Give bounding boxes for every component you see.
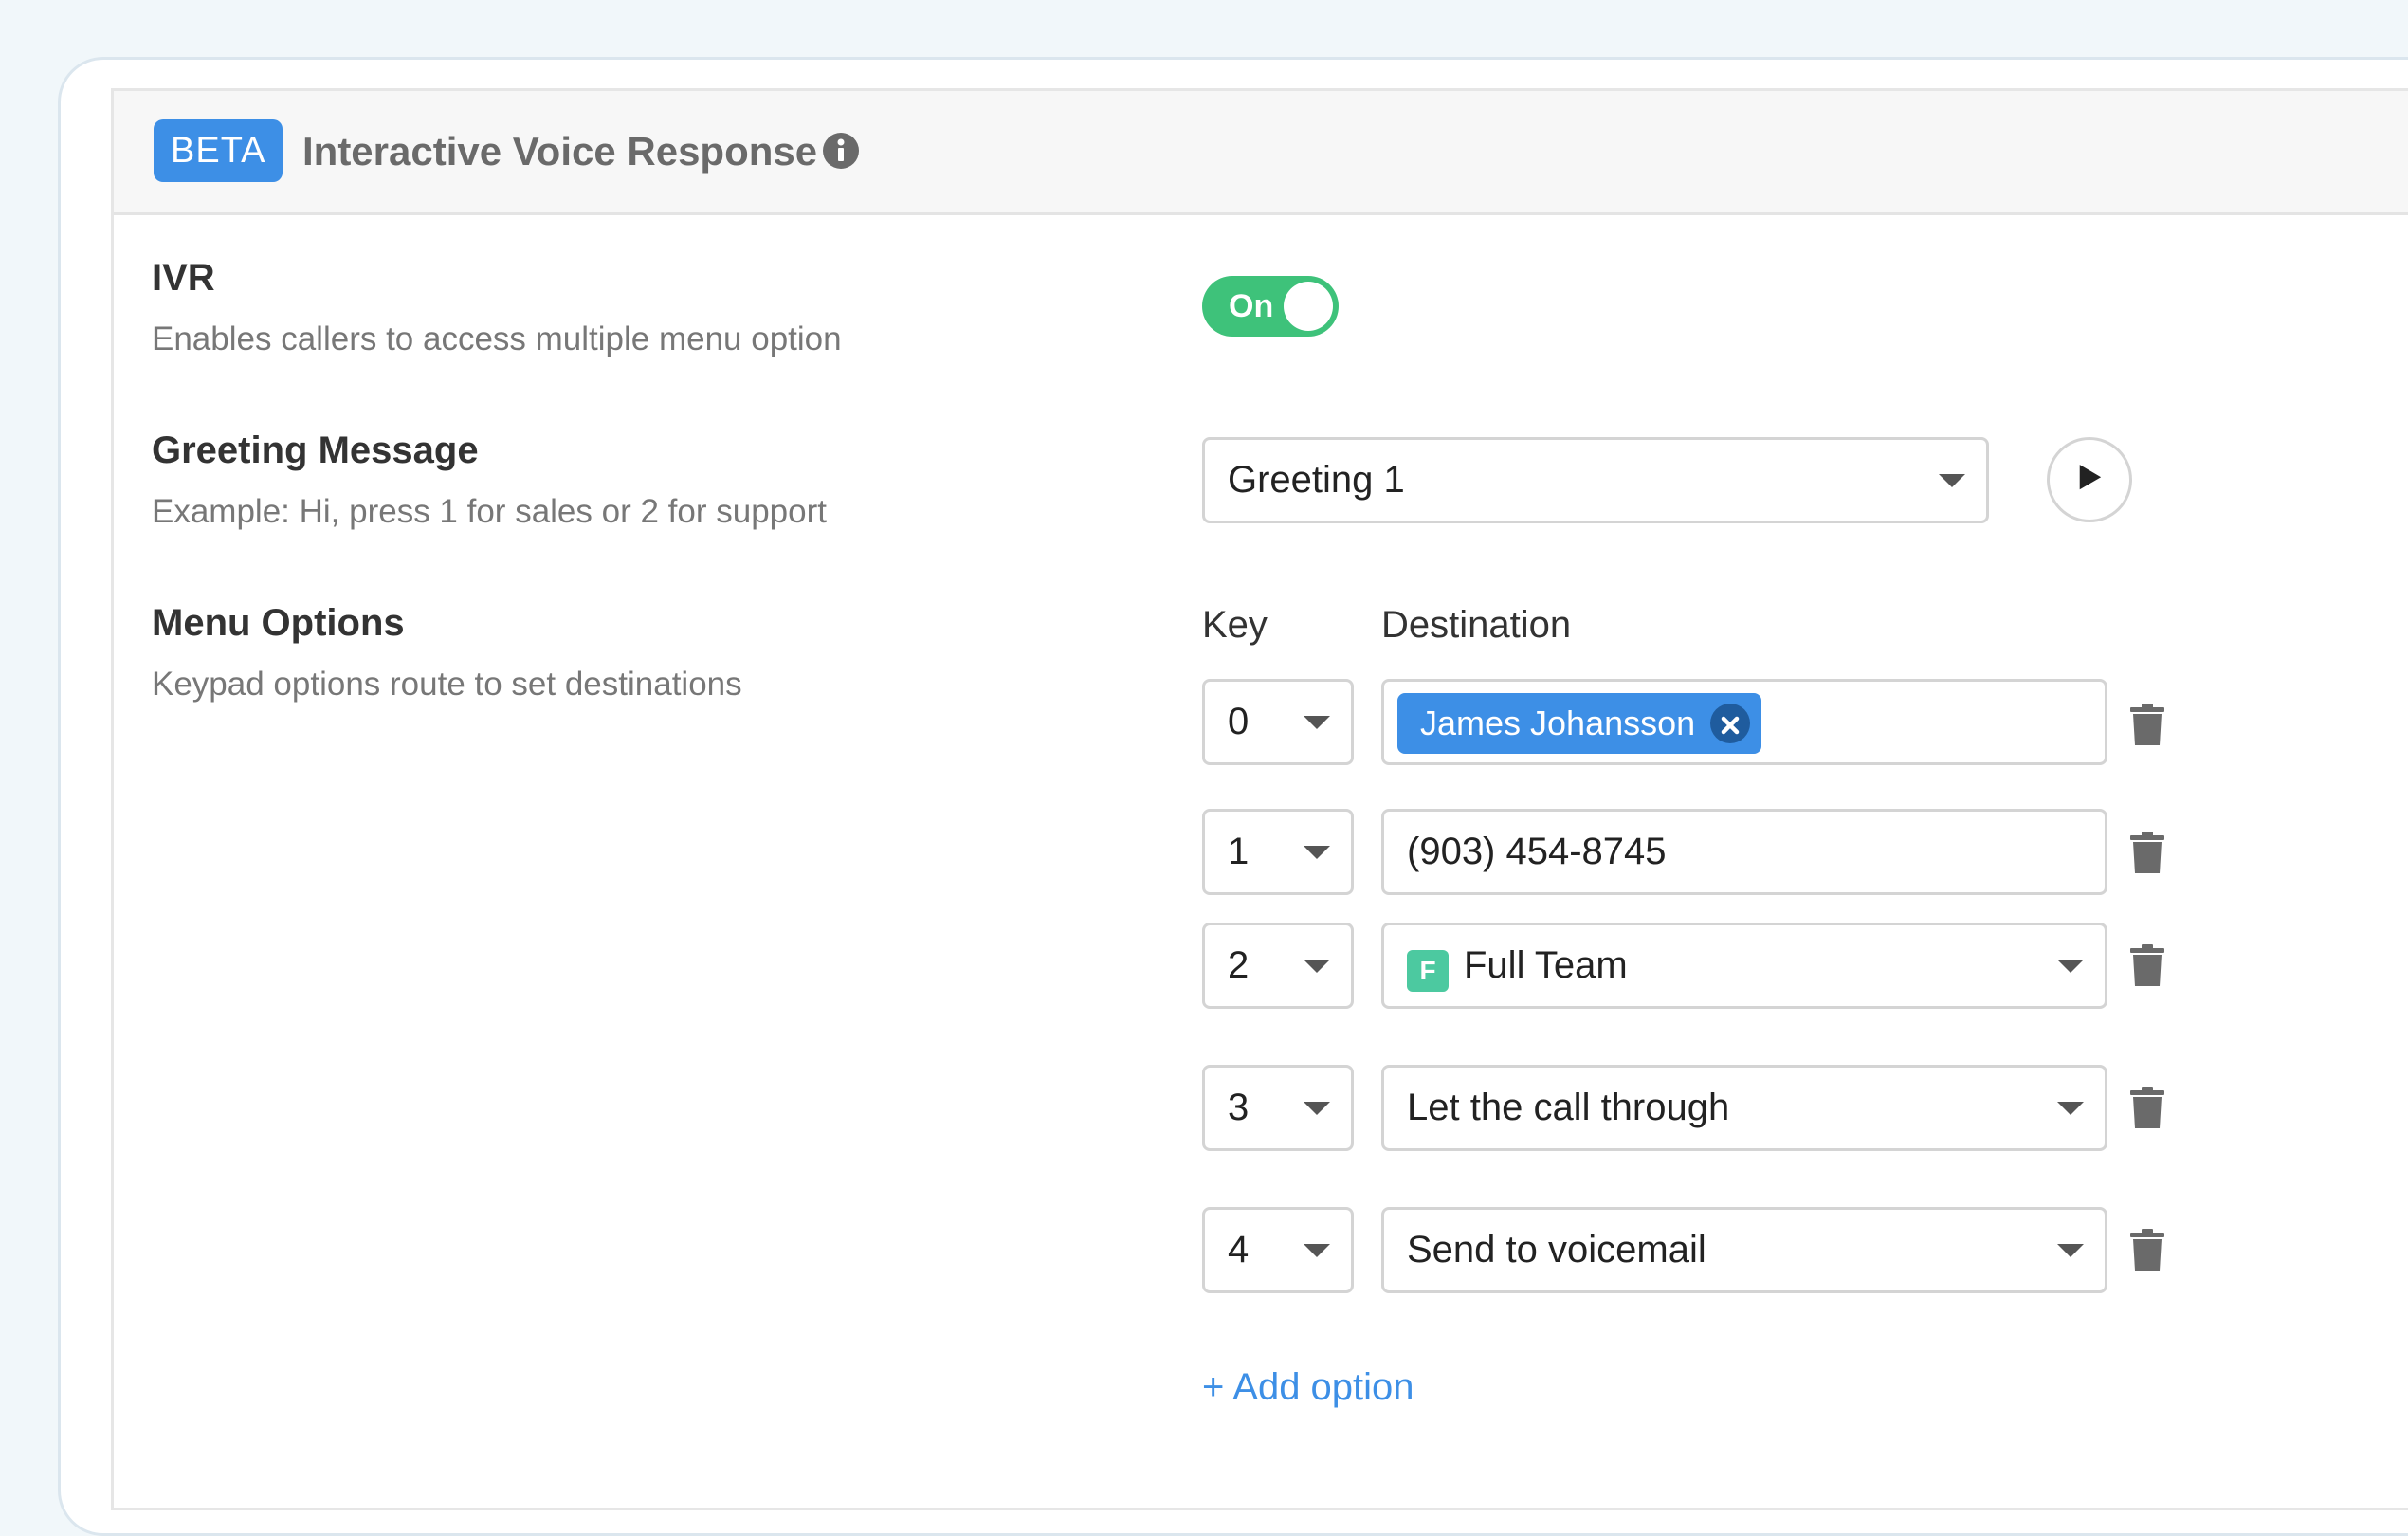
chip-label: James Johansson: [1420, 704, 1696, 742]
destination-column-label: Destination: [1381, 604, 1572, 646]
menu-description: Keypad options route to set destinations: [152, 666, 742, 703]
chevron-down-icon: [2057, 960, 2084, 973]
key-select[interactable]: 2: [1202, 923, 1354, 1009]
destination-select[interactable]: F Full Team: [1381, 923, 2107, 1009]
destination-value: Full Team: [1464, 944, 1628, 986]
key-value: 4: [1228, 1229, 1250, 1271]
chevron-down-icon: [1304, 846, 1330, 859]
trash-icon[interactable]: [2130, 1229, 2164, 1271]
destination-select[interactable]: Send to voicemail: [1381, 1207, 2107, 1293]
key-select[interactable]: 3: [1202, 1065, 1354, 1151]
key-value: 0: [1228, 701, 1250, 742]
info-icon[interactable]: [822, 132, 860, 170]
play-icon: [2079, 465, 2102, 490]
toggle-knob: [1284, 282, 1333, 331]
play-button[interactable]: [2047, 437, 2132, 522]
close-icon[interactable]: [1710, 704, 1751, 743]
key-value: 1: [1228, 831, 1250, 872]
menu-title: Menu Options: [152, 602, 405, 644]
trash-icon[interactable]: [2130, 944, 2164, 986]
trash-icon[interactable]: [2130, 832, 2164, 873]
phone-number-input[interactable]: (903) 454-8745: [1381, 809, 2107, 895]
destination-value: Let the call through: [1407, 1087, 1730, 1128]
greeting-description: Example: Hi, press 1 for sales or 2 for …: [152, 493, 827, 530]
chevron-down-icon: [1304, 716, 1330, 729]
key-select[interactable]: 0: [1202, 679, 1354, 765]
chevron-down-icon: [1304, 1244, 1330, 1257]
key-select[interactable]: 1: [1202, 809, 1354, 895]
ivr-title: IVR: [152, 257, 215, 299]
panel-title: Interactive Voice Response: [302, 129, 818, 174]
destination-field[interactable]: James Johansson: [1381, 679, 2107, 765]
toggle-label: On: [1229, 288, 1274, 324]
team-avatar: F: [1407, 950, 1449, 992]
destination-value: Send to voicemail: [1407, 1229, 1706, 1271]
chevron-down-icon: [2057, 1244, 2084, 1257]
key-value: 3: [1228, 1087, 1250, 1128]
trash-icon[interactable]: [2130, 704, 2164, 745]
chevron-down-icon: [1304, 1102, 1330, 1115]
beta-badge: BETA: [154, 119, 283, 182]
chevron-down-icon: [2057, 1102, 2084, 1115]
phone-number-value: (903) 454-8745: [1407, 831, 1667, 872]
key-value: 2: [1228, 944, 1250, 986]
panel-header: BETA Interactive Voice Response: [114, 91, 2408, 215]
greeting-select[interactable]: Greeting 1: [1202, 437, 1989, 523]
chevron-down-icon: [1304, 960, 1330, 973]
add-option-link[interactable]: + Add option: [1202, 1366, 1414, 1409]
greeting-title: Greeting Message: [152, 430, 479, 471]
key-column-label: Key: [1202, 604, 1268, 646]
chevron-down-icon: [1939, 474, 1965, 487]
trash-icon[interactable]: [2130, 1087, 2164, 1128]
destination-chip: James Johansson: [1397, 693, 1762, 754]
key-select[interactable]: 4: [1202, 1207, 1354, 1293]
greeting-select-value: Greeting 1: [1228, 459, 1405, 501]
ivr-toggle[interactable]: On: [1202, 276, 1339, 337]
ivr-description: Enables callers to access multiple menu …: [152, 320, 842, 357]
destination-select[interactable]: Let the call through: [1381, 1065, 2107, 1151]
